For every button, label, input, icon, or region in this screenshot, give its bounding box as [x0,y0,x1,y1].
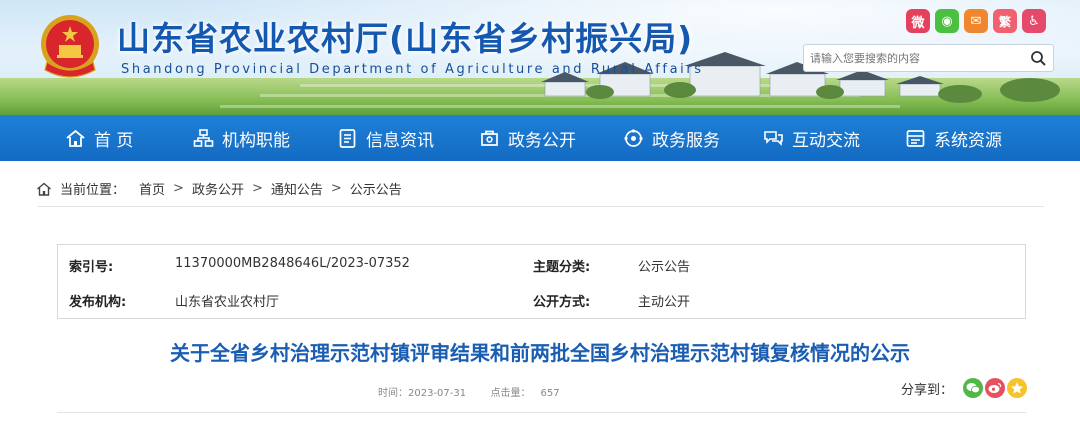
top-icon-bar: 微 ◉ ✉ 繁 ♿ [906,9,1046,33]
breadcrumb-link-announcements[interactable]: 公示公告 [350,179,402,198]
share-bar: 分享到： [901,378,1028,398]
site-subtitle: Shandong Provincial Department of Agricu… [121,62,704,77]
search-input[interactable] [810,49,1025,68]
breadcrumb-link-public-affairs[interactable]: 政务公开 [192,179,244,198]
disclosure-method-label: 公开方式: [533,295,591,310]
traditional-chinese-icon[interactable]: 繁 [993,9,1017,33]
mail-icon[interactable]: ✉ [964,9,988,33]
breadcrumb-separator: > [330,181,342,196]
nav-item-label: 政务公开 [508,130,576,151]
breadcrumb-link-notices[interactable]: 通知公告 [271,179,323,198]
breadcrumb-divider [38,206,1044,207]
index-number-value: 11370000MB2848646L/2023-07352 [175,256,410,271]
article-divider [57,412,1026,413]
nav-item-label: 政务服务 [652,130,720,151]
nav-item-label: 互动交流 [792,130,860,151]
national-emblem-logo [41,15,99,78]
nav-item-label: 系统资源 [934,130,1002,151]
nav-item-services[interactable]: 政务服务 [623,115,720,161]
document-icon [339,128,356,148]
nav-item-label: 信息资讯 [366,130,434,151]
article-info: 时间：2023-07-31 点击量： 657 [378,384,560,399]
publish-time-label: 时间： [378,388,408,399]
hits-label: 点击量： [490,388,531,399]
weibo-icon[interactable]: 微 [906,9,930,33]
accessibility-icon[interactable]: ♿ [1022,9,1046,33]
nav-item-label: 机构职能 [222,130,290,151]
service-icon [624,128,643,147]
share-wechat-icon[interactable] [963,378,984,398]
public-affairs-icon [481,130,498,146]
main-nav: 首 页 机构职能 信息资讯 政务公开 政务服务 互动交流 系统资源 [0,115,1080,161]
home-icon[interactable] [36,181,52,197]
share-qzone-icon[interactable] [1007,378,1028,398]
wechat-icon[interactable]: ◉ [935,9,959,33]
publisher-label: 发布机构: [69,295,127,310]
disclosure-method-value: 主动公开 [638,295,691,310]
breadcrumb-link-home[interactable]: 首页 [139,179,165,198]
publisher-value: 山东省农业农村厅 [175,295,280,310]
nav-item-news[interactable]: 信息资讯 [337,115,434,161]
share-weibo-icon[interactable] [985,378,1006,398]
nav-item-home[interactable]: 首 页 [65,115,133,161]
org-chart-icon [193,128,214,147]
hits-value: 657 [540,388,560,399]
nav-item-interaction[interactable]: 互动交流 [763,115,860,161]
resources-icon [906,129,925,147]
article-title: 关于全省乡村治理示范村镇评审结果和前两批全国乡村治理示范村镇复核情况的公示 [170,341,910,365]
breadcrumb-prefix: 当前位置： [60,183,126,198]
site-header: 山东省农业农村厅(山东省乡村振兴局) Shandong Provincial D… [0,0,1080,115]
breadcrumb-separator: > [173,181,184,196]
search-box [803,44,1054,72]
main-content: 当前位置： 首页 > 政务公开 > 通知公告 > 公示公告 索引号: 11370… [28,161,1052,426]
search-icon[interactable] [1030,50,1047,67]
nav-item-label: 首 页 [94,130,134,151]
breadcrumb: 当前位置： 首页 > 政务公开 > 通知公告 > 公示公告 [36,179,402,198]
category-label: 主题分类: [533,260,591,275]
index-number-label: 索引号: [69,260,114,275]
interaction-icon [764,130,783,146]
category-value: 公示公告 [638,260,691,275]
nav-item-organization[interactable]: 机构职能 [193,115,290,161]
share-label: 分享到： [901,382,954,398]
nav-item-resources[interactable]: 系统资源 [905,115,1002,161]
publish-time-value: 2023-07-31 [408,388,467,399]
home-icon [66,129,85,147]
document-metadata-table: 索引号: 11370000MB2848646L/2023-07352 主题分类:… [57,244,1026,319]
breadcrumb-separator: > [251,181,263,196]
nav-item-public-affairs[interactable]: 政务公开 [479,115,576,161]
site-title[interactable]: 山东省农业农村厅(山东省乡村振兴局) [117,12,693,60]
